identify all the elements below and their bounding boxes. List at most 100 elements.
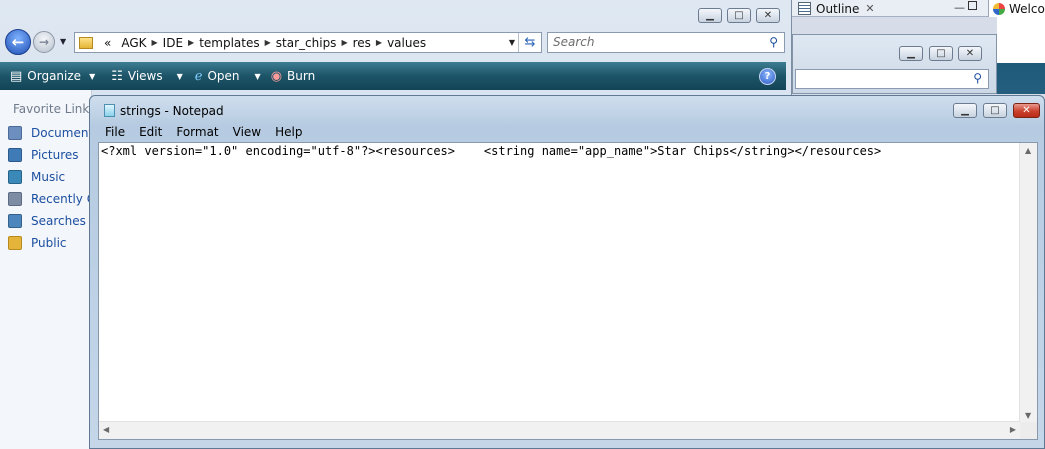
help-icon: ? [764, 71, 771, 82]
favorite-links-heading: Favorite Links [13, 102, 96, 116]
ide-maximize-icon[interactable] [968, 1, 977, 10]
breadcrumb-star-chips[interactable]: star_chips [276, 36, 337, 50]
refresh-button[interactable]: ⇆ [518, 33, 541, 52]
views-icon: ☷ [111, 68, 123, 84]
breadcrumb-separator-icon[interactable]: ▶ [265, 38, 271, 47]
breadcrumb-agk[interactable]: AGK [121, 36, 146, 50]
organize-label: Organize [27, 69, 82, 83]
close-button[interactable]: ✕ [1013, 103, 1040, 118]
menu-format[interactable]: Format [176, 125, 218, 139]
scroll-left-icon[interactable]: ◀ [103, 425, 109, 434]
breadcrumb-overflow[interactable]: « [104, 36, 111, 50]
outline-tab-label: Outline [816, 1, 860, 16]
public-folder-icon [8, 236, 22, 250]
breadcrumb-ide[interactable]: IDE [163, 36, 183, 50]
organize-button[interactable]: ▤ Organize ▼ [10, 69, 95, 84]
breadcrumb-separator-icon[interactable]: ▶ [376, 38, 382, 47]
window2-minimize-button[interactable]: ▁ [899, 46, 923, 61]
breadcrumb-separator-icon[interactable]: ▶ [188, 38, 194, 47]
searches-icon [8, 214, 22, 228]
favorite-recently-changed[interactable]: Recently C [8, 192, 95, 206]
history-dropdown-button[interactable]: ▼ [60, 37, 70, 47]
notepad-window: strings - Notepad ▁ □ ✕ File Edit Format… [89, 95, 1045, 449]
search-icon[interactable]: ⚲ [973, 71, 982, 85]
notepad-titlebar[interactable]: strings - Notepad [90, 96, 1044, 120]
views-label: Views [127, 69, 163, 83]
breadcrumb-templates[interactable]: templates [199, 36, 259, 50]
internet-explorer-icon: ℯ [194, 68, 203, 84]
text-editor-area[interactable]: <?xml version="1.0" encoding="utf-8"?><r… [98, 142, 1038, 440]
address-bar[interactable]: « AGK ▶ IDE ▶ templates ▶ star_chips ▶ r… [74, 32, 542, 53]
burn-button[interactable]: ◉ Burn [271, 69, 316, 84]
pictures-icon [8, 148, 22, 162]
chevron-down-icon: ▼ [176, 71, 183, 81]
explorer-search-input[interactable]: Search ⚲ [547, 32, 785, 53]
menu-file[interactable]: File [105, 125, 125, 139]
window2-search-input[interactable]: ⚲ [795, 69, 989, 89]
vertical-scrollbar[interactable]: ▲ ▼ [1019, 143, 1037, 423]
favorite-public[interactable]: Public [8, 236, 67, 250]
menu-edit[interactable]: Edit [139, 125, 162, 139]
horizontal-scrollbar[interactable]: ◀ ▶ [99, 421, 1020, 439]
open-label: Open [207, 69, 240, 83]
menu-view[interactable]: View [233, 125, 261, 139]
chevron-down-icon: ▼ [254, 71, 261, 81]
ide-tab-strip: Outline ✕ — Welco [792, 0, 1045, 17]
notepad-icon [104, 104, 115, 117]
explorer-maximize-button[interactable]: □ [727, 8, 751, 23]
folder-icon [79, 36, 93, 49]
navigation-pane: Favorite Links Documents Pictures Music … [0, 90, 99, 449]
scroll-right-icon[interactable]: ▶ [1010, 425, 1016, 434]
documents-icon [8, 126, 22, 140]
organize-icon: ▤ [10, 68, 23, 84]
favorite-label: Public [31, 236, 67, 250]
scrollbar-corner [1020, 422, 1037, 439]
burn-label: Burn [287, 69, 316, 83]
document-text[interactable]: <?xml version="1.0" encoding="utf-8"?><r… [101, 144, 881, 159]
background-explorer-window: ▁ □ ✕ ⚲ [792, 34, 997, 94]
minimize-button[interactable]: ▁ [953, 103, 977, 118]
ide-minimize-icon[interactable]: — [954, 1, 965, 14]
ide-background [997, 17, 1045, 94]
menu-bar: File Edit Format View Help [98, 123, 309, 141]
outline-icon [798, 2, 811, 15]
chevron-down-icon: ▼ [89, 71, 96, 81]
welcome-icon [993, 2, 1005, 15]
window2-maximize-button[interactable]: □ [929, 46, 953, 61]
maximize-button[interactable]: □ [983, 103, 1007, 118]
forward-arrow-icon: → [38, 35, 50, 49]
scroll-down-icon[interactable]: ▼ [1025, 411, 1031, 420]
welcome-tab-label: Welco [1009, 1, 1045, 16]
favorite-label: Recently C [31, 192, 96, 206]
explorer-toolbar: ▤ Organize ▼ ☷ Views ▼ ℯ Open ▼ ◉ Burn ? [0, 62, 786, 90]
breadcrumb-separator-icon[interactable]: ▶ [341, 38, 347, 47]
search-icon[interactable]: ⚲ [769, 35, 778, 49]
tab-outline[interactable]: Outline ✕ [798, 0, 875, 17]
window2-close-button[interactable]: ✕ [958, 46, 982, 61]
breadcrumb-values[interactable]: values [387, 36, 426, 50]
menu-help[interactable]: Help [275, 125, 302, 139]
breadcrumb-separator-icon[interactable]: ▶ [152, 38, 158, 47]
favorite-label: Pictures [31, 148, 79, 162]
address-dropdown-icon[interactable]: ▼ [509, 38, 515, 47]
refresh-icon: ⇆ [524, 35, 536, 50]
tab-welcome[interactable]: Welco [988, 0, 1045, 17]
breadcrumb-res[interactable]: res [353, 36, 371, 50]
window-title: strings - Notepad [120, 104, 224, 118]
favorite-documents[interactable]: Documents [8, 126, 99, 140]
favorite-label: Searches [31, 214, 86, 228]
open-button[interactable]: ℯ Open ▼ [195, 69, 261, 84]
explorer-minimize-button[interactable]: ▁ [698, 8, 722, 23]
explorer-close-button[interactable]: ✕ [756, 8, 780, 23]
recent-icon [8, 192, 22, 206]
views-button[interactable]: ☷ Views ▼ [111, 69, 183, 84]
favorite-label: Music [31, 170, 66, 184]
back-button[interactable]: ← [5, 29, 31, 55]
favorite-pictures[interactable]: Pictures [8, 148, 79, 162]
favorite-searches[interactable]: Searches [8, 214, 86, 228]
favorite-music[interactable]: Music [8, 170, 65, 184]
close-icon[interactable]: ✕ [865, 2, 874, 15]
forward-button[interactable]: → [33, 31, 55, 53]
scroll-up-icon[interactable]: ▲ [1025, 146, 1031, 155]
help-button[interactable]: ? [759, 68, 776, 85]
